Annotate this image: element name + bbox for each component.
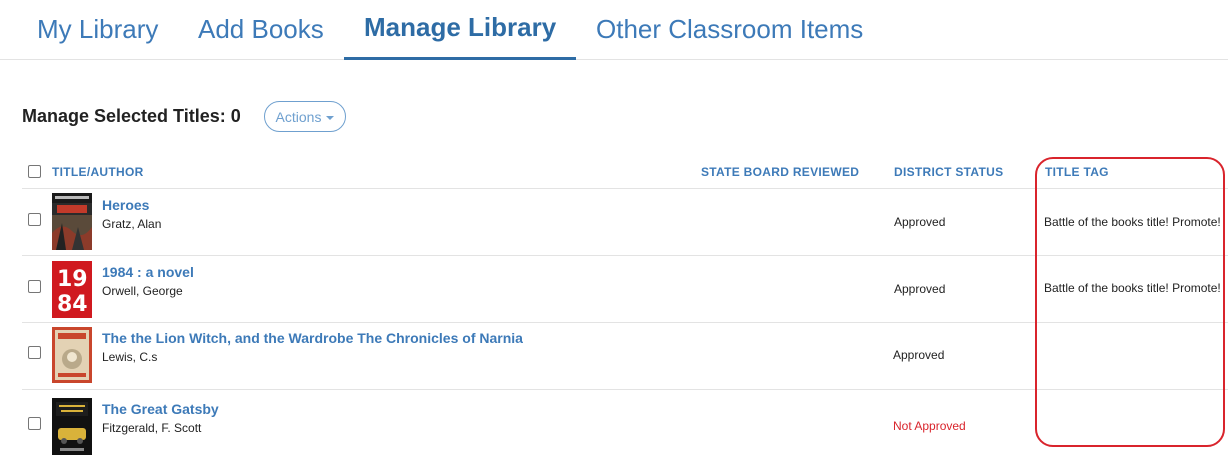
actions-label: Actions bbox=[275, 108, 322, 125]
book-author: Fitzgerald, F. Scott bbox=[102, 421, 202, 435]
book-title-link[interactable]: The Great Gatsby bbox=[102, 401, 219, 417]
manage-selected-titles-label: Manage Selected Titles: 0 bbox=[22, 106, 241, 126]
active-tab-indicator bbox=[344, 57, 576, 60]
book-title-link[interactable]: 1984 : a novel bbox=[102, 264, 194, 280]
select-all-checkbox[interactable] bbox=[28, 165, 41, 178]
book-cover-heroes[interactable] bbox=[52, 193, 92, 250]
tab-manage-library[interactable]: Manage Library bbox=[364, 12, 556, 43]
tab-add-books[interactable]: Add Books bbox=[198, 14, 324, 45]
column-header-title-author: TITLE/AUTHOR bbox=[52, 165, 144, 179]
row-checkbox[interactable] bbox=[28, 280, 41, 293]
district-status-not-approved: Not Approved bbox=[893, 419, 966, 433]
district-status: Approved bbox=[893, 348, 945, 362]
caret-down-icon bbox=[326, 115, 335, 120]
book-cover-1984[interactable]: 19 84 bbox=[52, 261, 92, 318]
library-tabs: My Library Add Books Manage Library Othe… bbox=[0, 0, 1228, 60]
book-title-link[interactable]: The the Lion Witch, and the Wardrobe The… bbox=[102, 330, 523, 346]
book-author: Lewis, C.s bbox=[102, 350, 158, 364]
title-tag-highlight-annotation bbox=[1035, 157, 1225, 447]
header-title[interactable]: TITLE bbox=[52, 165, 87, 179]
book-author: Gratz, Alan bbox=[102, 217, 162, 231]
tab-other-classroom-items[interactable]: Other Classroom Items bbox=[596, 14, 863, 45]
column-header-district-status[interactable]: DISTRICT STATUS bbox=[894, 165, 1003, 179]
row-checkbox[interactable] bbox=[28, 417, 41, 430]
book-author: Orwell, George bbox=[102, 284, 183, 298]
tab-my-library[interactable]: My Library bbox=[37, 14, 158, 45]
svg-text:84: 84 bbox=[57, 292, 88, 317]
district-status: Approved bbox=[894, 215, 946, 229]
district-status: Approved bbox=[894, 282, 946, 296]
actions-dropdown-button[interactable]: Actions bbox=[264, 101, 346, 132]
row-checkbox[interactable] bbox=[28, 346, 41, 359]
book-cover-narnia[interactable] bbox=[52, 327, 92, 383]
header-author[interactable]: AUTHOR bbox=[90, 165, 143, 179]
book-cover-great-gatsby[interactable] bbox=[52, 398, 92, 455]
svg-text:19: 19 bbox=[57, 267, 88, 292]
book-title-link[interactable]: Heroes bbox=[102, 197, 149, 213]
column-header-state-board[interactable]: STATE BOARD REVIEWED bbox=[701, 165, 859, 179]
row-checkbox[interactable] bbox=[28, 213, 41, 226]
